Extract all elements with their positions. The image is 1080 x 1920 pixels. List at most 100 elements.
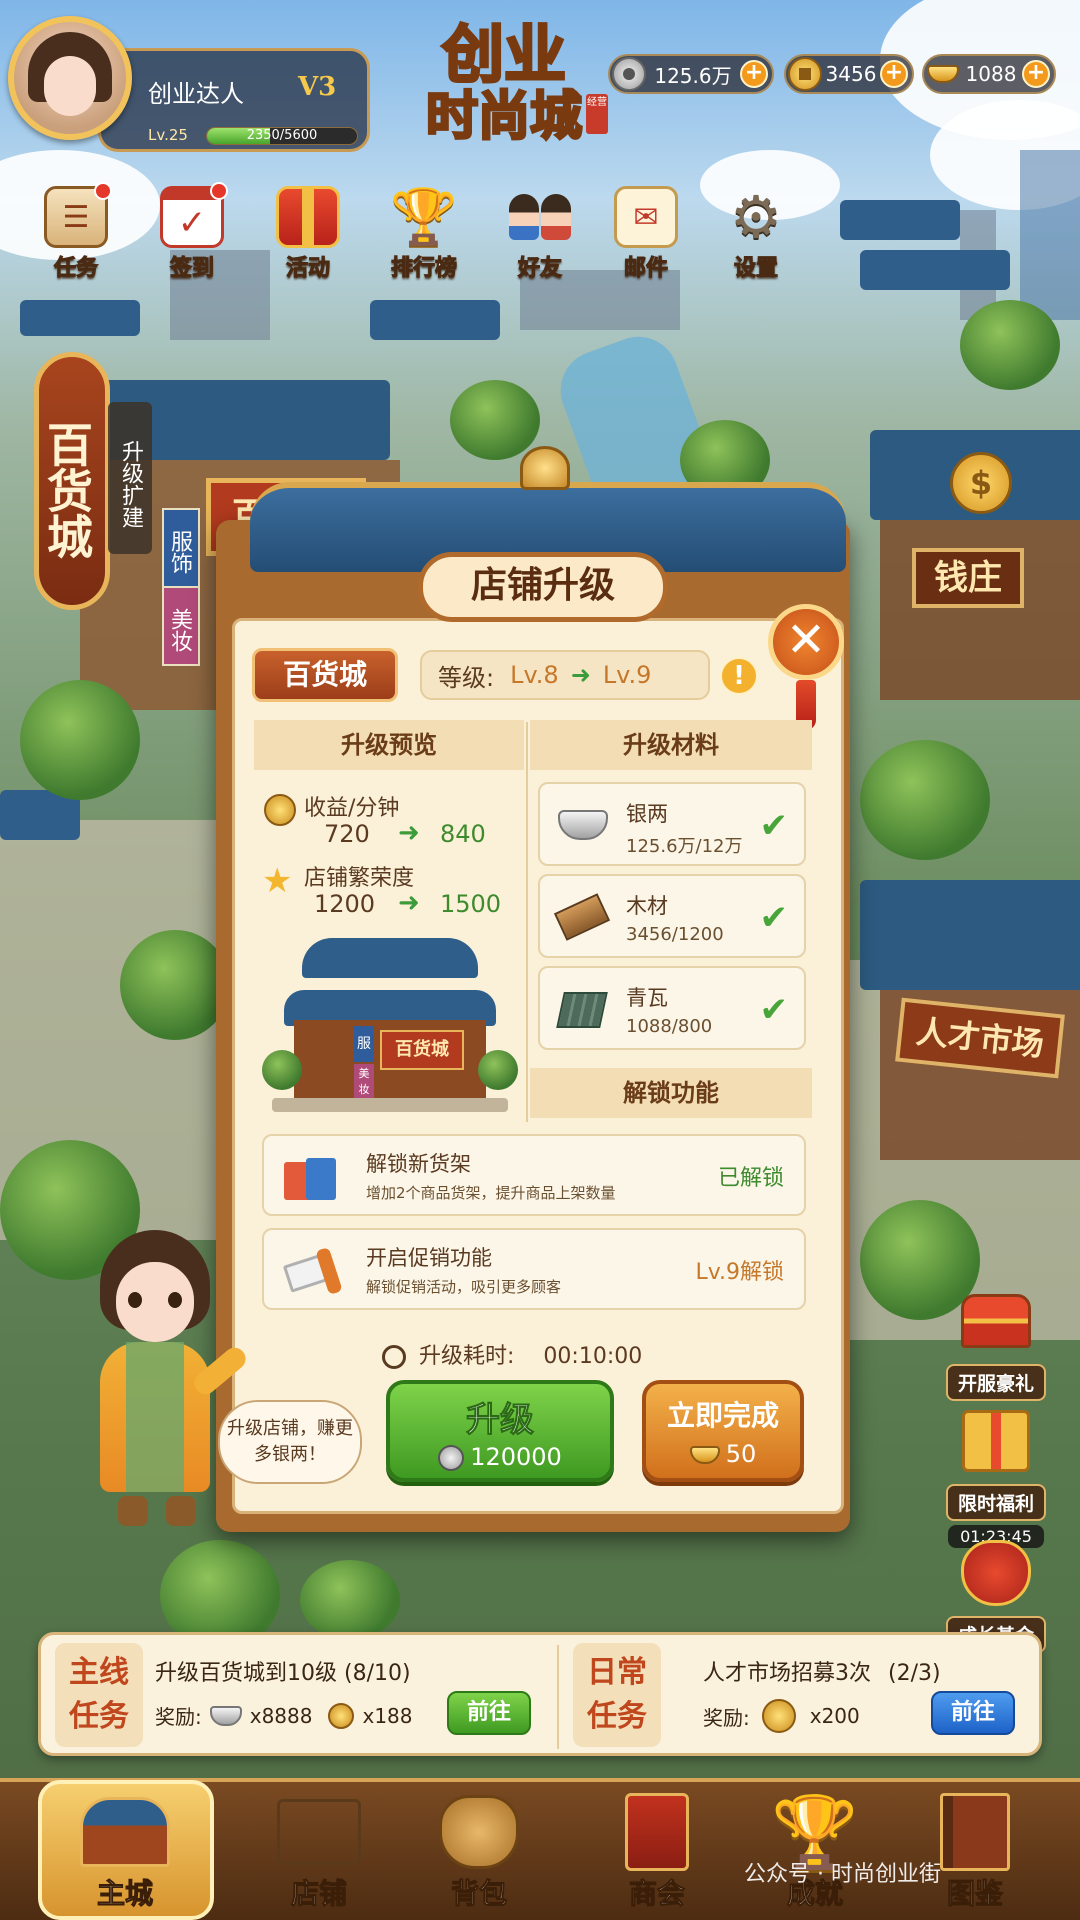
material-card-wood: 木材 3456/1200 ✔ bbox=[538, 874, 806, 958]
notification-dot bbox=[210, 182, 228, 200]
event-label: 开服豪礼 bbox=[945, 1364, 1046, 1401]
coin-icon bbox=[328, 1702, 355, 1729]
upgrade-button[interactable]: 升级 120000 bbox=[386, 1380, 614, 1482]
unlock-promotion: 开启促销功能 解锁促销活动，吸引更多顾客 Lv.9解锁 bbox=[262, 1228, 806, 1310]
main-task-go-button[interactable]: 前往 bbox=[447, 1691, 531, 1735]
coin-icon bbox=[761, 1699, 796, 1733]
palace-icon bbox=[77, 1792, 173, 1872]
store-banner[interactable]: 百货城 bbox=[34, 352, 110, 610]
menu-friends[interactable]: 好友 bbox=[500, 186, 580, 282]
nav-guild[interactable]: 商会 bbox=[582, 1792, 732, 1920]
bag-icon bbox=[431, 1792, 527, 1872]
unlock-shelf: 解锁新货架 增加2个商品货架，提升商品上架数量 已解锁 bbox=[262, 1134, 806, 1216]
menu-label: 邮件 bbox=[623, 256, 668, 282]
add-ingot-button[interactable]: + bbox=[1022, 60, 1050, 88]
silver-ingot-icon bbox=[209, 1705, 242, 1726]
shop-name: 百货城 bbox=[252, 648, 398, 702]
gold-currency: 3456 + bbox=[784, 54, 914, 94]
income-label: 收益/分钟 bbox=[304, 796, 400, 821]
prosperity-to: 1500 bbox=[440, 890, 502, 918]
prosperity-from: 1200 bbox=[314, 890, 376, 918]
player-profile[interactable]: 创业达人 V3 Lv.25 2350/5600 bbox=[8, 16, 370, 152]
friends-icon bbox=[508, 186, 572, 248]
tile-icon bbox=[552, 980, 614, 1038]
gold-coin-icon bbox=[788, 57, 822, 91]
timer-value: 00:10:00 bbox=[543, 1344, 643, 1369]
ingot-value: 1088 bbox=[965, 62, 1017, 86]
add-silver-button[interactable]: + bbox=[740, 60, 768, 88]
income-from: 720 bbox=[324, 820, 370, 848]
guide-character bbox=[70, 1210, 251, 1540]
menu-leaderboard[interactable]: 🏆 排行榜 bbox=[384, 185, 464, 282]
coin-icon bbox=[264, 794, 296, 826]
unlock-desc: 增加2个商品货架，提升商品上架数量 bbox=[366, 1184, 616, 1202]
logo-line2: 时尚城 bbox=[424, 86, 583, 147]
player-name: 创业达人 bbox=[148, 80, 244, 108]
check-icon: ✔ bbox=[759, 898, 789, 938]
silver-ingot-icon bbox=[552, 796, 614, 854]
menu-label: 排行榜 bbox=[390, 256, 457, 282]
info-button[interactable]: ! bbox=[720, 657, 758, 695]
logo-seal: 经营 bbox=[586, 94, 608, 134]
level-box: 等级: Lv.8 ➜ Lv.9 bbox=[420, 650, 710, 700]
main-task-progress: (8/10) bbox=[344, 1661, 411, 1686]
nav-bag[interactable]: 背包 bbox=[404, 1792, 554, 1920]
material-card-tile: 青瓦 1088/800 ✔ bbox=[538, 966, 806, 1050]
unlock-status: 已解锁 bbox=[717, 1166, 784, 1191]
clock-icon bbox=[382, 1345, 406, 1369]
unlock-status: Lv.9解锁 bbox=[695, 1260, 784, 1285]
close-button[interactable]: ✕ bbox=[768, 604, 844, 680]
daily-task-go-button[interactable]: 前往 bbox=[931, 1691, 1015, 1735]
preview-header: 升级预览 bbox=[254, 720, 524, 770]
upgrade-expand-tag[interactable]: 升级扩建 bbox=[108, 402, 152, 554]
menu-label: 设置 bbox=[733, 256, 778, 282]
add-gold-button[interactable]: + bbox=[880, 60, 908, 88]
menu-tasks[interactable]: ☰ 任务 bbox=[36, 182, 116, 282]
gold-ingot-icon bbox=[689, 1446, 720, 1464]
silver-value: 125.6万 bbox=[654, 63, 732, 88]
instant-cost: 50 bbox=[646, 1440, 800, 1468]
level-to: Lv.9 bbox=[602, 661, 652, 689]
main-task-name: 升级百货城到10级 (8/10) bbox=[155, 1661, 411, 1686]
event-launch-gift[interactable]: 开服豪礼 bbox=[936, 1278, 1056, 1401]
menu-label: 任务 bbox=[53, 256, 98, 282]
nav-shop[interactable]: 店铺 bbox=[244, 1792, 394, 1920]
menu-events[interactable]: 活动 bbox=[268, 186, 348, 282]
roof-ornament-icon bbox=[520, 446, 570, 490]
instant-complete-button[interactable]: 立即完成 50 bbox=[642, 1380, 804, 1482]
event-label: 限时福利 bbox=[945, 1484, 1046, 1521]
mail-icon: ✉ bbox=[614, 186, 678, 248]
unlock-title: 开启促销功能 bbox=[366, 1246, 492, 1270]
nav-label: 商会 bbox=[628, 1877, 685, 1911]
gift-box-icon bbox=[951, 1398, 1041, 1484]
avatar[interactable] bbox=[8, 16, 132, 140]
menu-checkin[interactable]: ✓ 签到 bbox=[152, 182, 232, 282]
nav-main-city[interactable]: 主城 bbox=[50, 1792, 200, 1920]
main-task-reward: 奖励: x8888 x188 bbox=[155, 1702, 413, 1729]
menu-settings[interactable]: ⚙ 设置 bbox=[716, 183, 796, 282]
material-card-silver: 银两 125.6万/12万 ✔ bbox=[538, 782, 806, 866]
material-name: 青瓦 bbox=[626, 986, 668, 1010]
money-bag-icon bbox=[951, 1530, 1041, 1616]
wood-icon bbox=[552, 888, 614, 946]
arrow-icon: ➜ bbox=[398, 888, 420, 918]
upgrade-cost: 120000 bbox=[390, 1443, 610, 1471]
menu-mail[interactable]: ✉ 邮件 bbox=[606, 186, 686, 282]
ingot-currency: 1088 + bbox=[922, 54, 1056, 94]
unlock-desc: 解锁促销活动，吸引更多顾客 bbox=[366, 1278, 562, 1296]
clothing-sign: 服饰 bbox=[162, 508, 200, 588]
shop-icon bbox=[271, 1792, 367, 1872]
upgrade-timer: 升级耗时: 00:10:00 bbox=[382, 1338, 642, 1370]
building-sign: 百货城 bbox=[380, 1030, 464, 1070]
bank-coin-icon: $ bbox=[950, 452, 1012, 514]
menu-label: 活动 bbox=[285, 256, 330, 282]
event-limited-bonus[interactable]: 限时福利 01:23:45 bbox=[936, 1398, 1056, 1548]
gift-icon bbox=[276, 186, 340, 248]
star-icon: ★ bbox=[262, 861, 293, 901]
gear-icon: ⚙ bbox=[730, 183, 782, 251]
timer-label: 升级耗时: bbox=[419, 1344, 515, 1369]
xp-text: 2350/5600 bbox=[246, 128, 318, 143]
check-icon: ✔ bbox=[759, 990, 789, 1030]
building-side-sign: 美妆 bbox=[354, 1064, 374, 1100]
task-panel: 主线任务 升级百货城到10级 (8/10) 奖励: x8888 x188 前往 … bbox=[38, 1632, 1042, 1756]
